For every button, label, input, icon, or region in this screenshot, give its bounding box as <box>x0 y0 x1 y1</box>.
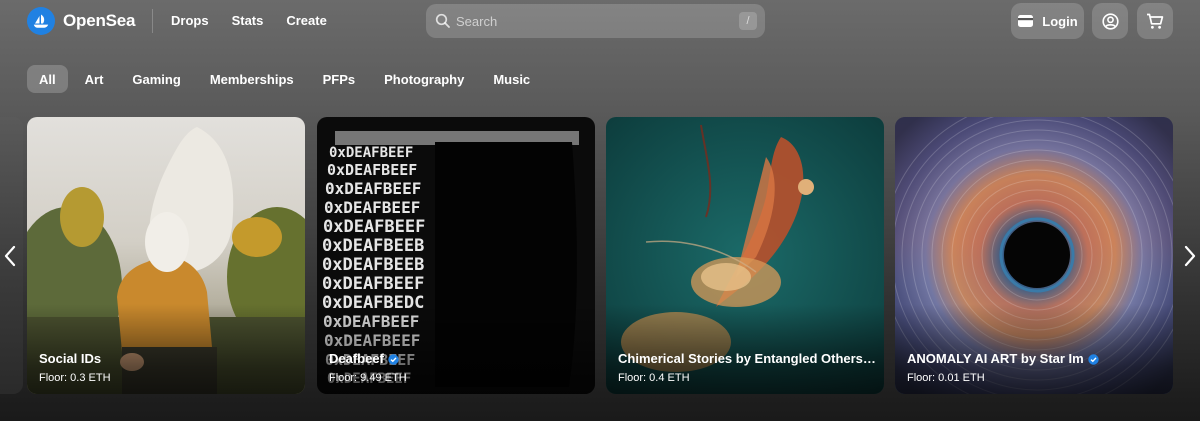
login-label: Login <box>1042 13 1078 29</box>
opensea-logo[interactable]: OpenSea <box>27 7 135 35</box>
tab-art[interactable]: Art <box>73 65 116 93</box>
carousel-prev-button[interactable] <box>0 117 20 394</box>
floor-price: Floor: 0.4 ETH <box>618 372 690 384</box>
tab-gaming[interactable]: Gaming <box>120 65 192 93</box>
tab-all[interactable]: All <box>27 65 68 93</box>
svg-text:0xDEAFBEEF: 0xDEAFBEEF <box>322 274 424 294</box>
chevron-right-icon <box>1184 245 1196 266</box>
nav-stats-link[interactable]: Stats <box>232 13 264 28</box>
nav-create-link[interactable]: Create <box>286 13 326 28</box>
profile-icon <box>1101 12 1119 30</box>
opensea-logo-icon <box>27 7 55 35</box>
tab-photography[interactable]: Photography <box>372 65 476 93</box>
collection-card-social-ids[interactable]: Social IDs Floor: 0.3 ETH <box>27 117 305 394</box>
svg-text:0xDEAFBEEB: 0xDEAFBEEB <box>322 255 424 275</box>
search-icon <box>435 13 450 28</box>
floor-price: Floor: 9.49 ETH <box>329 372 407 384</box>
search-bar[interactable]: / <box>426 4 765 38</box>
svg-text:0xDEAFBEEF: 0xDEAFBEEF <box>327 161 417 179</box>
search-input[interactable] <box>456 4 726 38</box>
floor-price: Floor: 0.01 ETH <box>907 372 985 384</box>
collection-card-chimerical-stories[interactable]: Chimerical Stories by Entangled Others (… <box>606 117 884 394</box>
collection-card-deafbeef[interactable]: 0xDEAFBEEF 0xDEAFBEEF 0xDEAFBEEF 0xDEAFB… <box>317 117 595 394</box>
page: OpenSea Drops Stats Create / Login <box>0 0 1200 421</box>
chevron-left-icon <box>4 245 16 266</box>
main-nav: Drops Stats Create <box>171 13 350 28</box>
verified-badge-icon <box>388 353 399 368</box>
tab-music[interactable]: Music <box>481 65 542 93</box>
verified-badge-icon <box>1088 353 1099 368</box>
svg-text:0xDEAFBEEF: 0xDEAFBEEF <box>325 179 421 198</box>
collection-name: Deafbeef <box>329 351 587 368</box>
svg-text:0xDEAFBEEB: 0xDEAFBEEB <box>322 236 424 256</box>
profile-button[interactable] <box>1092 3 1128 39</box>
collection-name: Chimerical Stories by Entangled Others (… <box>618 351 876 366</box>
top-navbar: OpenSea Drops Stats Create / Login <box>0 0 1200 42</box>
featured-collections-carousel: Social IDs Floor: 0.3 ETH 0xDEAFBEEF 0xD… <box>0 117 1200 394</box>
brand-name: OpenSea <box>63 11 136 30</box>
login-button[interactable]: Login <box>1011 3 1084 39</box>
wallet-icon <box>1018 15 1034 27</box>
svg-text:0xDEAFBEEF: 0xDEAFBEEF <box>323 217 425 237</box>
collection-name: ANOMALY AI ART by Star Im <box>907 351 1165 368</box>
nav-drops-link[interactable]: Drops <box>171 13 209 28</box>
header-divider <box>152 9 153 33</box>
carousel-next-button[interactable] <box>1180 117 1200 394</box>
cart-button[interactable] <box>1137 3 1173 39</box>
floor-price: Floor: 0.3 ETH <box>39 372 111 384</box>
search-shortcut-key: / <box>739 12 757 30</box>
category-tabs: All Art Gaming Memberships PFPs Photogra… <box>27 65 547 93</box>
svg-text:0xDEAFBEEF: 0xDEAFBEEF <box>324 198 420 217</box>
tab-pfps[interactable]: PFPs <box>311 65 368 93</box>
collection-name: Social IDs <box>39 351 102 366</box>
deafbeef-text-line: 0xDEAFBEEF <box>329 145 413 161</box>
cart-icon <box>1147 13 1164 29</box>
tab-memberships[interactable]: Memberships <box>198 65 306 93</box>
collection-card-anomaly-ai-art[interactable]: ANOMALY AI ART by Star Im Floor: 0.01 ET… <box>895 117 1173 394</box>
